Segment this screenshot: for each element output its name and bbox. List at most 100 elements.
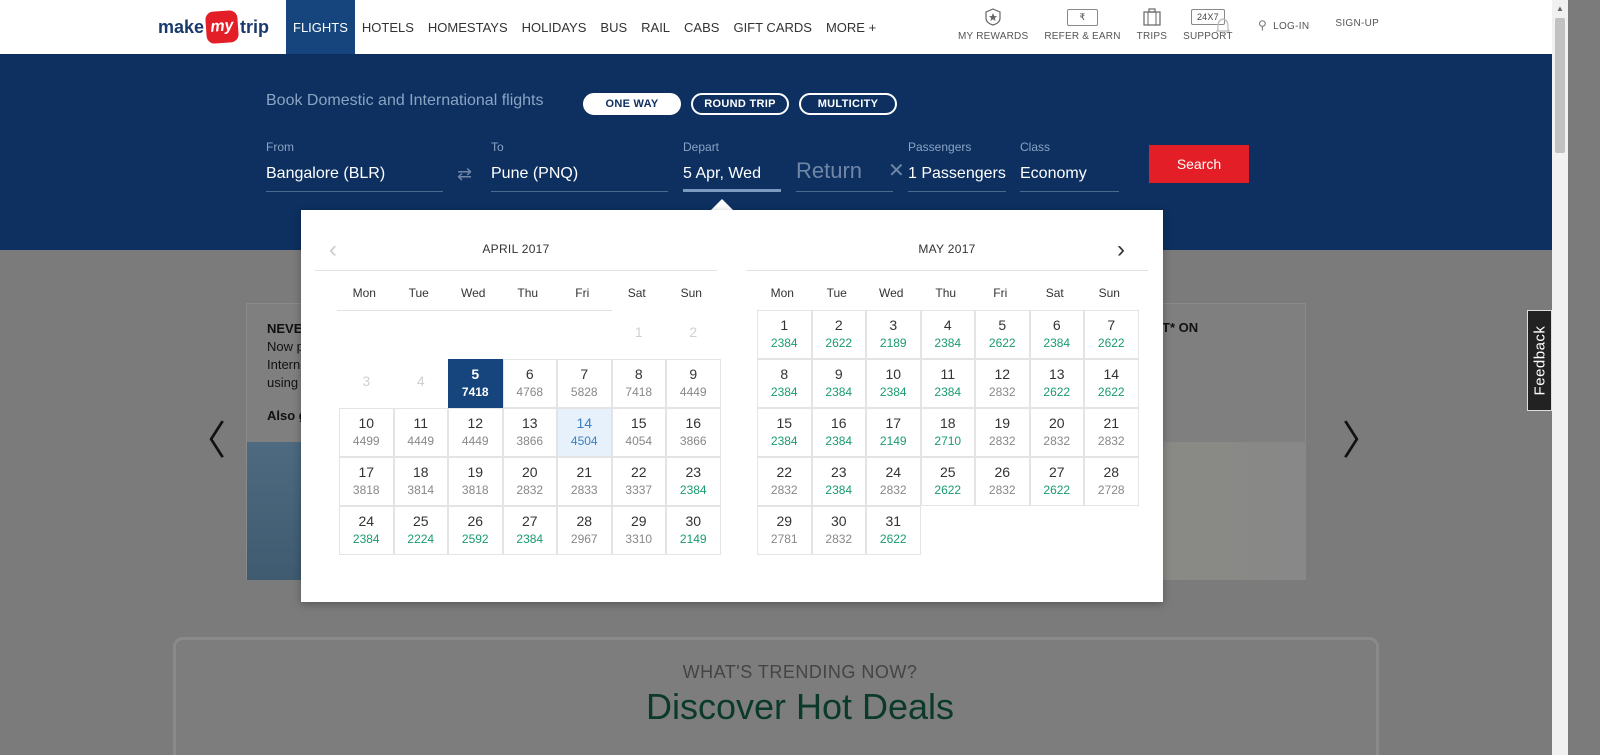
calendar-day-cell[interactable]: 31 2622 [866, 506, 921, 555]
calendar-day-cell[interactable]: 13 3866 [502, 408, 557, 457]
calendar-day-cell[interactable]: 5 2622 [975, 310, 1030, 359]
calendar-day-cell[interactable]: 27 2622 [1029, 457, 1084, 506]
calendar-day-cell[interactable]: 10 2384 [866, 359, 921, 408]
calendar-day-cell[interactable]: 14 4504 [557, 408, 612, 457]
nav-cabs[interactable]: CABS [677, 0, 726, 54]
depart-field[interactable]: Depart 5 Apr, Wed [683, 140, 781, 192]
calendar-day-cell[interactable]: 9 2384 [811, 359, 866, 408]
calendar-day-cell[interactable]: 30 2149 [666, 506, 721, 555]
calendar-day-cell[interactable]: 12 4449 [448, 408, 503, 457]
multicity-toggle[interactable]: MULTICITY [799, 93, 897, 115]
page-scrollbar[interactable]: ▲ [1552, 0, 1568, 755]
calendar-day-cell[interactable]: 16 2384 [811, 408, 866, 457]
class-value[interactable]: Economy [1020, 156, 1119, 192]
passengers-value[interactable]: 1 Passengers [908, 156, 1006, 192]
passengers-field[interactable]: Passengers 1 Passengers [908, 140, 1006, 192]
calendar-day-cell[interactable]: 27 2384 [502, 506, 557, 555]
to-value[interactable]: Pune (PNQ) [491, 156, 668, 192]
scroll-thumb[interactable] [1555, 18, 1565, 153]
carousel-next-arrow-icon[interactable]: 〉 [1342, 408, 1382, 466]
calendar-day-cell[interactable]: 17 3818 [339, 457, 394, 506]
calendar-day-cell[interactable]: 15 4054 [611, 408, 666, 457]
bell-icon[interactable] [1216, 18, 1230, 37]
calendar-day-cell[interactable]: 12 2832 [975, 359, 1030, 408]
calendar-day-cell[interactable]: 16 3866 [666, 408, 721, 457]
class-field[interactable]: Class Economy [1020, 140, 1119, 192]
nav-rail[interactable]: RAIL [634, 0, 677, 54]
calendar-day-cell[interactable]: 26 2832 [975, 457, 1030, 506]
return-placeholder[interactable]: Return [796, 156, 893, 192]
round-trip-toggle[interactable]: ROUND TRIP [691, 93, 789, 115]
calendar-day-cell[interactable]: 24 2384 [339, 506, 394, 555]
clear-return-icon[interactable]: ✕ [888, 158, 905, 183]
return-field[interactable]: Return [796, 140, 893, 192]
calendar-day-cell[interactable]: 23 2384 [811, 457, 866, 506]
calendar-day-cell[interactable]: 30 2832 [811, 506, 866, 555]
calendar-day-cell[interactable]: 17 2149 [866, 408, 921, 457]
calendar-day-cell[interactable]: 4 2384 [920, 310, 975, 359]
swap-cities-icon[interactable]: ⇄ [457, 164, 472, 185]
trips-link[interactable]: TRIPS [1129, 6, 1175, 50]
calendar-day-cell[interactable]: 19 3818 [448, 457, 503, 506]
calendar-day-cell[interactable]: 9 4449 [666, 359, 721, 408]
scroll-up-arrow-icon[interactable]: ▲ [1556, 4, 1564, 13]
calendar-day-cell[interactable]: 5 7418 [448, 359, 503, 408]
nav-homestays[interactable]: HOMESTAYS [421, 0, 515, 54]
nav-flights[interactable]: FLIGHTS [286, 0, 355, 54]
day-fare: 3310 [625, 532, 653, 546]
calendar-day-cell[interactable]: 13 2622 [1029, 359, 1084, 408]
from-field[interactable]: From Bangalore (BLR) [266, 140, 443, 192]
trips-label: TRIPS [1136, 31, 1168, 42]
calendar-day-cell[interactable]: 25 2622 [920, 457, 975, 506]
calendar-day-cell[interactable]: 3 2189 [866, 310, 921, 359]
calendar-day-cell[interactable]: 14 2622 [1084, 359, 1139, 408]
nav-more[interactable]: MORE + [819, 0, 883, 54]
calendar-day-cell[interactable]: 20 2832 [1029, 408, 1084, 457]
search-button[interactable]: Search [1149, 145, 1249, 183]
nav-holidays[interactable]: HOLIDAYS [515, 0, 594, 54]
refer-earn-link[interactable]: ₹ REFER & EARN [1036, 6, 1128, 50]
makemytrip-logo[interactable]: make my trip [158, 9, 269, 45]
my-rewards-link[interactable]: MY REWARDS [950, 6, 1036, 50]
calendar-day-cell[interactable]: 1 2384 [757, 310, 812, 359]
depart-value[interactable]: 5 Apr, Wed [683, 156, 781, 192]
calendar-day-cell[interactable]: 15 2384 [757, 408, 812, 457]
to-field[interactable]: To Pune (PNQ) [491, 140, 668, 192]
from-value[interactable]: Bangalore (BLR) [266, 156, 443, 192]
calendar-day-cell[interactable]: 8 7418 [611, 359, 666, 408]
nav-gift-cards[interactable]: GIFT CARDS [726, 0, 819, 54]
calendar-day-cell[interactable]: 22 2832 [757, 457, 812, 506]
calendar-day-cell[interactable]: 8 2384 [757, 359, 812, 408]
calendar-day-cell[interactable]: 6 4768 [502, 359, 557, 408]
calendar-day-cell[interactable]: 11 2384 [920, 359, 975, 408]
calendar-day-cell[interactable]: 28 2728 [1084, 457, 1139, 506]
carousel-prev-arrow-icon[interactable]: 〈 [186, 408, 226, 466]
calendar-day-cell[interactable]: 6 2384 [1029, 310, 1084, 359]
feedback-tab[interactable]: Feedback [1527, 310, 1552, 411]
one-way-toggle[interactable]: ONE WAY [583, 93, 681, 115]
calendar-day-cell[interactable]: 7 2622 [1084, 310, 1139, 359]
calendar-day-cell[interactable]: 7 5828 [557, 359, 612, 408]
calendar-day-cell[interactable]: 10 4499 [339, 408, 394, 457]
support-link[interactable]: 24X7 SUPPORT [1175, 6, 1241, 50]
calendar-day-cell[interactable]: 19 2832 [975, 408, 1030, 457]
nav-bus[interactable]: BUS [593, 0, 634, 54]
calendar-day-cell[interactable]: 20 2832 [502, 457, 557, 506]
calendar-day-cell[interactable]: 11 4449 [393, 408, 448, 457]
calendar-day-cell[interactable]: 29 2781 [757, 506, 812, 555]
calendar-day-cell[interactable]: 23 2384 [666, 457, 721, 506]
calendar-day-cell[interactable]: 25 2224 [393, 506, 448, 555]
calendar-day-cell[interactable]: 21 2833 [557, 457, 612, 506]
calendar-day-cell[interactable]: 29 3310 [611, 506, 666, 555]
calendar-day-cell[interactable]: 26 2592 [448, 506, 503, 555]
calendar-day-cell[interactable]: 28 2967 [557, 506, 612, 555]
calendar-day-cell[interactable]: 18 3814 [393, 457, 448, 506]
calendar-day-cell[interactable]: 24 2832 [866, 457, 921, 506]
signup-link[interactable]: SIGN-UP [1335, 18, 1379, 32]
login-link[interactable]: ⚲ LOG-IN [1258, 18, 1309, 32]
calendar-day-cell[interactable]: 18 2710 [920, 408, 975, 457]
calendar-day-cell[interactable]: 2 2622 [811, 310, 866, 359]
calendar-day-cell[interactable]: 22 3337 [611, 457, 666, 506]
nav-hotels[interactable]: HOTELS [355, 0, 421, 54]
calendar-day-cell[interactable]: 21 2832 [1084, 408, 1139, 457]
